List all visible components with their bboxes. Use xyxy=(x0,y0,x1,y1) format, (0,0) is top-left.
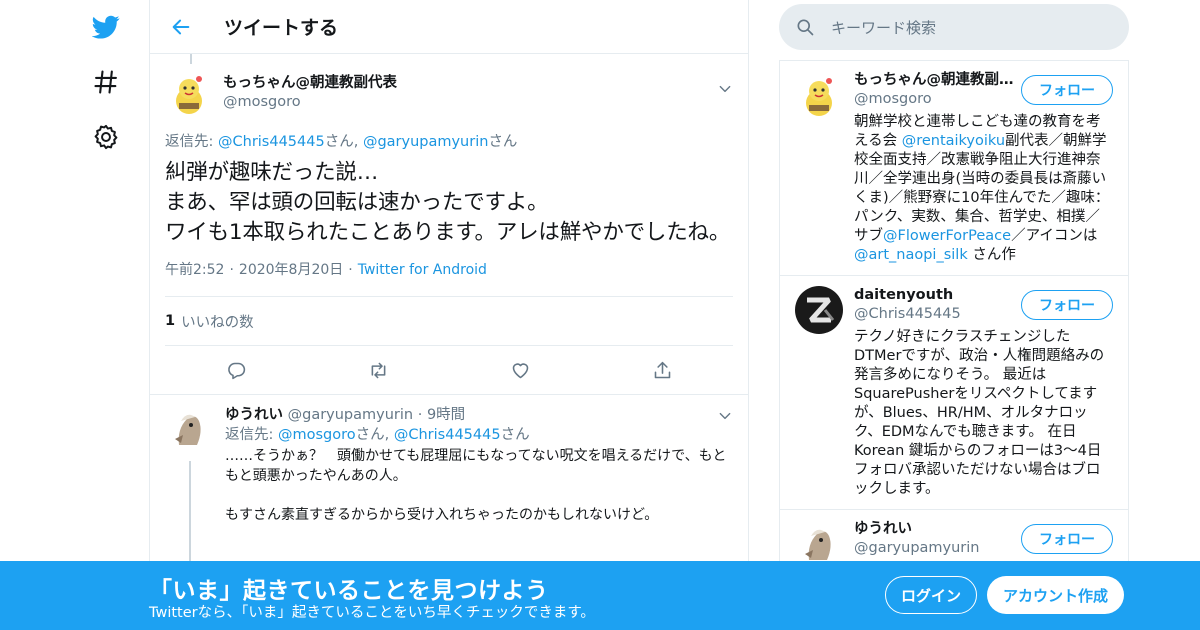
chevron-down-icon[interactable] xyxy=(718,82,732,96)
avatar[interactable] xyxy=(795,71,843,119)
tweet-author: もっちゃん@朝連教副代表 @mosgoro xyxy=(165,54,733,120)
user-name[interactable]: もっちゃん@朝連教副代表 xyxy=(854,71,1014,90)
handle[interactable]: @garyupamyurin xyxy=(288,407,414,423)
signup-button[interactable]: アカウント作成 xyxy=(987,576,1124,614)
tweet-date[interactable]: 2020年8月20日 xyxy=(239,262,343,278)
user-bio: 朝鮮学校と連帯しこども達の教育を考える会 @rentaikyoiku副代表／朝鮮… xyxy=(854,113,1113,265)
avatar[interactable] xyxy=(165,405,213,453)
mention-link[interactable]: @rentaikyoiku xyxy=(902,133,1005,149)
reply-suffix: さん xyxy=(488,134,518,150)
search-box[interactable]: キーワード検索 xyxy=(779,4,1129,50)
reply-text: ……そうかぁ？ 頭働かせても屁理屈にもなってない呪文を唱えるだけで、もともと頭悪… xyxy=(225,448,727,523)
user-card[interactable]: もっちゃん@朝連教副代表 @mosgoro 朝鮮学校と連帯しこども達の教育を考え… xyxy=(780,61,1128,276)
tweet-actions xyxy=(165,345,733,394)
bio-text: ／アイコンは xyxy=(1011,228,1098,244)
page-header: ツイートする xyxy=(150,0,748,54)
back-arrow-icon[interactable] xyxy=(170,16,192,38)
avatar[interactable] xyxy=(795,286,843,334)
mention-link[interactable]: @garyupamyurin xyxy=(363,134,489,150)
search-input[interactable]: キーワード検索 xyxy=(831,17,936,38)
mention-link[interactable]: @Chris445445 xyxy=(218,134,325,150)
share-icon[interactable] xyxy=(652,360,673,381)
hashtag-icon[interactable] xyxy=(86,62,126,102)
twitter-bird-icon[interactable] xyxy=(86,7,126,47)
user-card[interactable]: daitenyouth @Chris445445 テクノ好きにクラスチェンジした… xyxy=(780,276,1128,510)
follow-button[interactable]: フォロー xyxy=(1021,75,1113,105)
reply-to: 返信先: @Chris445445さん, @garyupamyurinさん xyxy=(165,132,733,152)
reply-to: 返信先: @mosgoroさん, @Chris445445さん xyxy=(225,425,733,445)
banner-title: 「いま」起きていることを見つけよう xyxy=(149,578,549,604)
user-bio: テクノ好きにクラスチェンジしたDTMerですが、政治・人権問題絡みの発言多めにな… xyxy=(854,329,1105,497)
tweet-age[interactable]: 9時間 xyxy=(427,407,465,423)
related-users: もっちゃん@朝連教副代表 @mosgoro 朝鮮学校と連帯しこども達の教育を考え… xyxy=(779,60,1129,579)
follow-button[interactable]: フォロー xyxy=(1021,524,1113,554)
mention-link[interactable]: @FlowerForPeace xyxy=(883,228,1011,244)
avatar[interactable] xyxy=(165,69,213,117)
bio-text: さん作 xyxy=(967,247,1016,263)
right-column: キーワード検索 もっちゃん@朝連教副代表 @mosgoro 朝鮮学校と連帯しこど… xyxy=(779,0,1129,579)
tweet-text: 糾弾が趣味だった説… まあ、罕は頭の回転は速かったですよ。 ワイも1本取られたこ… xyxy=(165,160,731,245)
focal-tweet: もっちゃん@朝連教副代表 @mosgoro 返信先: @Chris445445さ… xyxy=(150,54,748,394)
likes-label: いいねの数 xyxy=(181,314,254,331)
user-name[interactable]: daitenyouth xyxy=(854,286,1014,305)
tweet-time[interactable]: 午前2:52 xyxy=(165,262,224,278)
reply-icon[interactable] xyxy=(226,360,247,381)
heart-icon[interactable] xyxy=(510,360,531,381)
search-icon xyxy=(797,19,814,36)
user-name[interactable]: ゆうれい xyxy=(854,520,1014,539)
reply-prefix: 返信先: xyxy=(165,134,218,150)
login-button[interactable]: ログイン xyxy=(885,576,977,614)
thread-line xyxy=(189,461,191,561)
reply-prefix: 返信先: xyxy=(225,427,278,443)
tweet-source[interactable]: Twitter for Android xyxy=(358,262,487,278)
reply-sep: さん, xyxy=(324,134,363,150)
main-column: ツイートする もっちゃん@朝連教副代表 @mosgoro 返信先: @Chris… xyxy=(149,0,749,630)
chevron-down-icon[interactable] xyxy=(718,409,732,423)
mention-link[interactable]: @art_naopi_silk xyxy=(854,247,968,263)
reply-tweet[interactable]: ゆうれい @garyupamyurin · 9時間 返信先: @mosgoroさ… xyxy=(150,394,748,561)
reply-sep: さん, xyxy=(355,427,394,443)
likes-number: 1 xyxy=(165,313,176,329)
likes-count[interactable]: 1 いいねの数 xyxy=(165,296,733,345)
reply-suffix: さん xyxy=(500,427,530,443)
retweet-icon[interactable] xyxy=(368,360,389,381)
banner-subtitle: Twitterなら、「いま」起きていることをいち早くチェックできます。 xyxy=(149,605,595,621)
app: ツイートする もっちゃん@朝連教副代表 @mosgoro 返信先: @Chris… xyxy=(0,0,1200,630)
tweet-meta: 午前2:52 · 2020年8月20日 · Twitter for Android xyxy=(165,262,487,278)
page-title: ツイートする xyxy=(224,17,339,39)
mention-link[interactable]: @Chris445445 xyxy=(394,427,501,443)
display-name[interactable]: ゆうれい xyxy=(225,407,283,423)
signup-banner: 「いま」起きていることを見つけよう Twitterなら、「いま」起きていることを… xyxy=(0,561,1200,630)
handle[interactable]: @mosgoro xyxy=(223,93,397,112)
display-name[interactable]: もっちゃん@朝連教副代表 xyxy=(223,74,397,93)
follow-button[interactable]: フォロー xyxy=(1021,290,1113,320)
gear-icon[interactable] xyxy=(86,117,126,157)
thread-line xyxy=(190,54,192,64)
reply-header: ゆうれい @garyupamyurin · 9時間 xyxy=(225,407,466,423)
mention-link[interactable]: @mosgoro xyxy=(278,427,356,443)
